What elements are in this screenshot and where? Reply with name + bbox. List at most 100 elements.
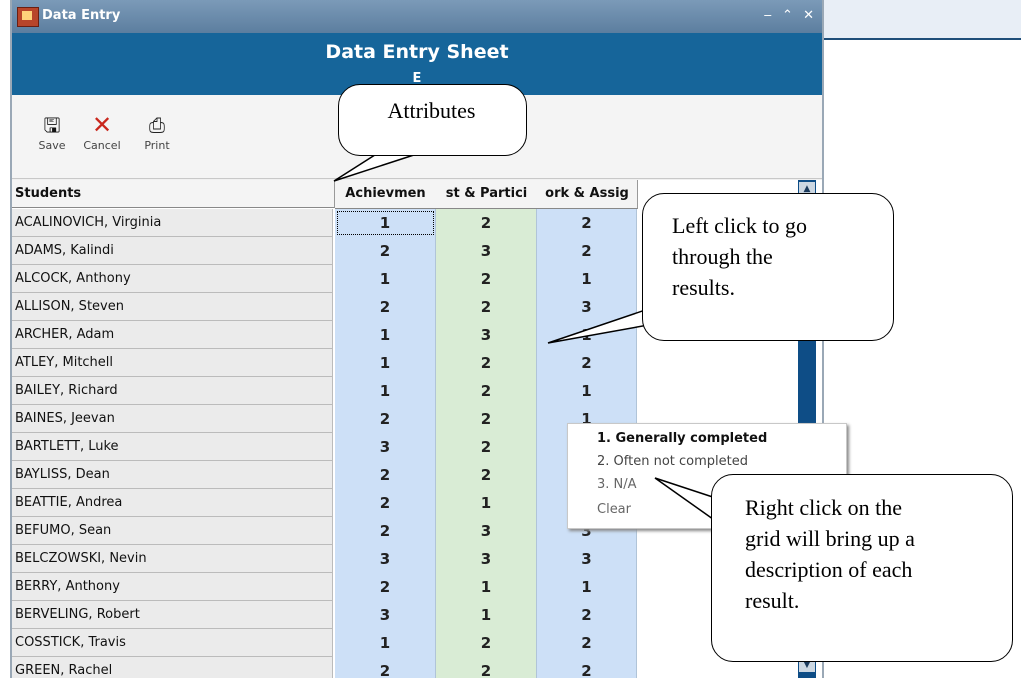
work-cell[interactable]: 2 (537, 237, 637, 265)
participation-cell[interactable]: 2 (436, 405, 537, 433)
participation-cell[interactable]: 2 (436, 293, 537, 321)
table-row: ATLEY, Mitchell 1 2 2 (12, 349, 822, 377)
student-name: BARTLETT, Luke (12, 433, 333, 461)
participation-cell[interactable]: 2 (436, 461, 537, 489)
title-bar: Data Entry ‒ ⌃ ✕ (12, 0, 822, 33)
right-click-line-4: result. (745, 588, 800, 613)
student-name: ACALINOVICH, Virginia (12, 209, 333, 237)
achievement-cell[interactable]: 2 (335, 517, 436, 545)
column-header-achievement[interactable]: Achievmen (335, 180, 437, 209)
participation-cell[interactable]: 1 (436, 601, 537, 629)
work-cell[interactable]: 1 (537, 573, 637, 601)
print-label: Print (144, 139, 170, 152)
student-name: BEFUMO, Sean (12, 517, 333, 545)
x-icon: ✕ (91, 111, 113, 139)
achievement-cell[interactable]: 2 (335, 293, 436, 321)
achievement-cell[interactable]: 2 (335, 489, 436, 517)
participation-cell[interactable]: 3 (436, 517, 537, 545)
participation-cell[interactable]: 3 (436, 237, 537, 265)
achievement-cell[interactable]: 1 (335, 629, 436, 657)
student-name: ADAMS, Kalindi (12, 237, 333, 265)
print-button[interactable]: ⎙ Print (132, 113, 182, 152)
participation-cell[interactable]: 2 (436, 209, 537, 237)
student-name: GREEN, Rachel (12, 657, 333, 678)
work-cell[interactable]: 2 (537, 349, 637, 377)
achievement-cell[interactable]: 2 (335, 405, 436, 433)
student-name: BERRY, Anthony (12, 573, 333, 601)
achievement-cell[interactable]: 3 (335, 433, 436, 461)
achievement-cell[interactable]: 3 (335, 545, 436, 573)
work-cell[interactable]: 2 (537, 601, 637, 629)
left-click-line-1: Left click to go (672, 213, 808, 238)
work-cell[interactable]: 1 (537, 265, 637, 293)
participation-cell[interactable]: 3 (436, 545, 537, 573)
participation-cell[interactable]: 1 (436, 489, 537, 517)
printer-icon: ⎙ (149, 113, 165, 137)
student-name: BAILEY, Richard (12, 377, 333, 405)
achievement-cell[interactable]: 1 (335, 377, 436, 405)
save-label: Save (38, 139, 66, 152)
minimize-icon[interactable]: ‒ (764, 8, 772, 23)
work-cell[interactable]: 2 (537, 629, 637, 657)
menu-item-clear[interactable]: Clear (597, 502, 631, 517)
menu-item-na[interactable]: 3. N/A (597, 477, 637, 492)
column-header-students[interactable]: Students (12, 180, 335, 208)
achievement-cell[interactable]: 1 (335, 321, 436, 349)
table-row: BERRY, Anthony 2 1 1 (12, 573, 822, 601)
floppy-icon: 🖫 (43, 113, 61, 137)
right-click-line-3: description of each (745, 557, 913, 582)
achievement-cell[interactable]: 1 (335, 265, 436, 293)
right-click-line-1: Right click on the (745, 495, 903, 520)
participation-cell[interactable]: 3 (436, 321, 537, 349)
cancel-button[interactable]: ✕ Cancel (77, 113, 127, 152)
work-cell[interactable]: 2 (537, 657, 637, 678)
work-cell[interactable]: 2 (537, 209, 637, 237)
close-icon[interactable]: ✕ (803, 8, 814, 23)
window-controls: ‒ ⌃ ✕ (758, 8, 814, 23)
left-click-callout-text: Left click to go through the results. (672, 210, 887, 303)
sheet-title: Data Entry Sheet (325, 41, 509, 63)
student-name: BEATTIE, Andrea (12, 489, 333, 517)
student-name: ATLEY, Mitchell (12, 349, 333, 377)
column-header-participation[interactable]: st & Partici (436, 180, 538, 209)
participation-cell[interactable]: 2 (436, 629, 537, 657)
work-cell[interactable]: 1 (537, 377, 637, 405)
column-header-work[interactable]: ork & Assig (537, 180, 638, 209)
achievement-cell[interactable]: 2 (335, 573, 436, 601)
right-click-line-2: grid will bring up a (745, 526, 915, 551)
work-cell[interactable]: 1 (537, 321, 637, 349)
menu-item-often-not-completed[interactable]: 2. Often not completed (597, 454, 748, 469)
left-click-line-3: results. (672, 275, 735, 300)
participation-cell[interactable]: 2 (436, 657, 537, 678)
achievement-cell[interactable]: 3 (335, 601, 436, 629)
save-button[interactable]: 🖫 Save (27, 113, 77, 152)
student-name: BELCZOWSKI, Nevin (12, 545, 333, 573)
participation-cell[interactable]: 2 (436, 433, 537, 461)
window-title: Data Entry (42, 8, 121, 23)
achievement-cell[interactable]: 2 (335, 461, 436, 489)
table-row: BELCZOWSKI, Nevin 3 3 3 (12, 545, 822, 573)
achievement-cell[interactable]: 1 (335, 209, 436, 237)
work-cell[interactable]: 3 (537, 545, 637, 573)
attributes-callout-text: Attributes (387, 98, 476, 123)
work-cell[interactable]: 3 (537, 293, 637, 321)
left-click-line-2: through the (672, 244, 773, 269)
achievement-cell[interactable]: 2 (335, 657, 436, 678)
maximize-icon[interactable]: ⌃ (782, 8, 793, 23)
achievement-cell[interactable]: 1 (335, 349, 436, 377)
participation-cell[interactable]: 2 (436, 377, 537, 405)
student-name: ALLISON, Steven (12, 293, 333, 321)
table-row: COSSTICK, Travis 1 2 2 (12, 629, 822, 657)
student-name: ALCOCK, Anthony (12, 265, 333, 293)
right-click-callout-text: Right click on the grid will bring up a … (745, 492, 1007, 616)
participation-cell[interactable]: 2 (436, 349, 537, 377)
background-strip (822, 0, 1021, 40)
table-row: GREEN, Rachel 2 2 2 (12, 657, 822, 678)
student-name: ARCHER, Adam (12, 321, 333, 349)
participation-cell[interactable]: 2 (436, 265, 537, 293)
menu-item-generally-completed[interactable]: 1. Generally completed (597, 431, 767, 446)
achievement-cell[interactable]: 2 (335, 237, 436, 265)
participation-cell[interactable]: 1 (436, 573, 537, 601)
student-name: BAINES, Jeevan (12, 405, 333, 433)
app-icon (17, 7, 39, 27)
